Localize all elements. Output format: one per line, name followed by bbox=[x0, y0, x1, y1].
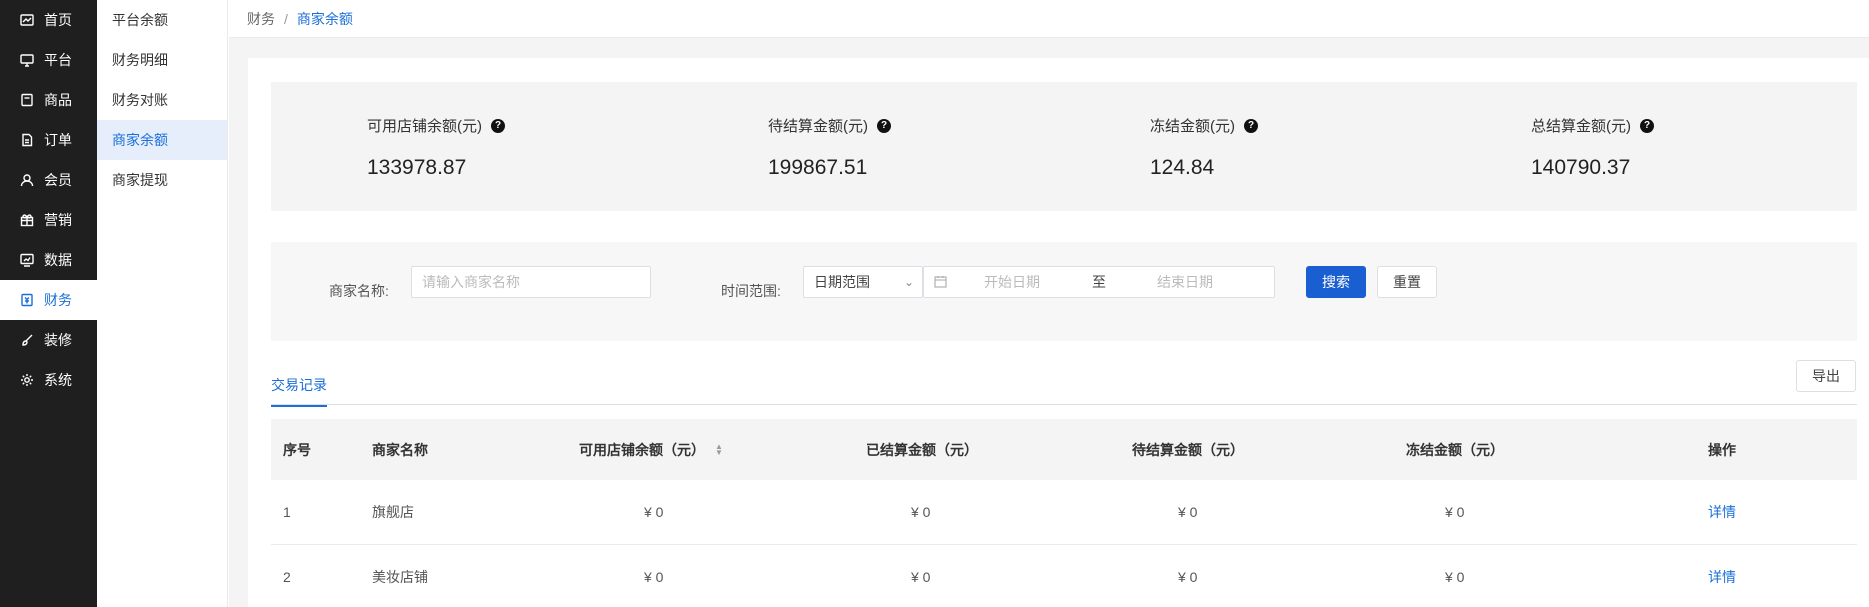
start-date-input[interactable]: 开始日期 bbox=[984, 267, 1040, 297]
nav-item-marketing[interactable]: 营销 bbox=[0, 200, 97, 240]
nav-item-platform[interactable]: 平台 bbox=[0, 40, 97, 80]
nav-item-label: 订单 bbox=[44, 132, 72, 148]
finance-icon bbox=[20, 293, 34, 307]
product-icon bbox=[20, 93, 34, 107]
help-icon[interactable]: ? bbox=[491, 118, 505, 133]
nav-item-order[interactable]: 订单 bbox=[0, 120, 97, 160]
merchant-name-placeholder: 请输入商家名称 bbox=[422, 274, 520, 290]
tab-transaction-records[interactable]: 交易记录 bbox=[271, 375, 327, 407]
cell-available-balance: ¥ 0 bbox=[644, 504, 664, 520]
time-range-label: 时间范围: bbox=[721, 283, 781, 299]
column-header-index: 序号 bbox=[283, 441, 311, 458]
nav-item-decoration[interactable]: 装修 bbox=[0, 320, 97, 360]
merchant-name-label: 商家名称: bbox=[329, 283, 389, 299]
nav-item-label: 商品 bbox=[44, 92, 72, 108]
table-row: 1 旗舰店 ¥ 0 ¥ 0 ¥ 0 ¥ 0 详情 bbox=[271, 480, 1857, 545]
stat-label: 冻结金额(元) bbox=[1150, 118, 1235, 135]
subnav-item-finance-detail[interactable]: 财务明细 bbox=[97, 40, 227, 80]
subnav-item-reconciliation[interactable]: 财务对账 bbox=[97, 80, 227, 120]
column-header-action: 操作 bbox=[1708, 441, 1736, 458]
cell-frozen: ¥ 0 bbox=[1445, 504, 1465, 520]
filter-bar: 商家名称: 请输入商家名称 时间范围: 日期范围 ⌄ 开始日期 至 结束日期 搜… bbox=[271, 242, 1857, 341]
export-button[interactable]: 导出 bbox=[1796, 360, 1856, 392]
chart-icon bbox=[20, 253, 34, 267]
date-range-select[interactable]: 日期范围 ⌄ bbox=[803, 266, 923, 298]
stat-label: 总结算金额(元) bbox=[1531, 118, 1631, 135]
cell-pending: ¥ 0 bbox=[1178, 504, 1198, 520]
end-date-input[interactable]: 结束日期 bbox=[1157, 267, 1213, 297]
column-header-settled: 已结算金额（元） bbox=[866, 441, 978, 458]
cell-index: 1 bbox=[283, 504, 291, 520]
help-icon[interactable]: ? bbox=[1244, 118, 1258, 133]
cell-merchant-name: 旗舰店 bbox=[372, 504, 414, 520]
calendar-icon bbox=[934, 275, 947, 291]
detail-link[interactable]: 详情 bbox=[1708, 545, 1736, 607]
nav-item-system[interactable]: 系统 bbox=[0, 360, 97, 400]
nav-item-label: 财务 bbox=[44, 292, 72, 308]
search-button[interactable]: 搜索 bbox=[1306, 266, 1366, 298]
nav-item-label: 装修 bbox=[44, 332, 72, 348]
subnav-item-merchant-balance[interactable]: 商家余额 bbox=[97, 120, 227, 160]
nav-item-home[interactable]: 首页 bbox=[0, 0, 97, 40]
nav-item-label: 首页 bbox=[44, 12, 72, 28]
column-header-merchant-name: 商家名称 bbox=[372, 441, 428, 458]
nav-item-finance[interactable]: 财务 bbox=[0, 280, 97, 320]
breadcrumb: 财务 / 商家余额 bbox=[229, 0, 1869, 38]
cell-merchant-name: 美妆店铺 bbox=[372, 569, 428, 585]
stat-label: 待结算金额(元) bbox=[768, 118, 868, 135]
monitor-icon bbox=[20, 53, 34, 67]
reset-button[interactable]: 重置 bbox=[1377, 266, 1437, 298]
nav-item-label: 营销 bbox=[44, 212, 72, 228]
stat-value: 199867.51 bbox=[768, 156, 868, 179]
nav-item-label: 会员 bbox=[44, 172, 72, 188]
chevron-down-icon: ⌄ bbox=[903, 275, 914, 289]
gear-icon bbox=[20, 373, 34, 387]
merchant-balance-table: 序号 商家名称 可用店铺余额（元） ▲ ▼ 已结算金额（元） 待结算金额（元） 冻… bbox=[271, 419, 1857, 607]
help-icon[interactable]: ? bbox=[877, 118, 891, 133]
cell-available-balance: ¥ 0 bbox=[644, 569, 664, 585]
breadcrumb-parent[interactable]: 财务 bbox=[247, 9, 275, 29]
stat-label: 可用店铺余额(元) bbox=[367, 118, 482, 135]
stat-value: 140790.37 bbox=[1531, 156, 1631, 179]
brush-icon bbox=[20, 333, 34, 347]
dashboard-icon bbox=[20, 13, 34, 27]
nav-item-label: 数据 bbox=[44, 252, 72, 268]
nav-item-data[interactable]: 数据 bbox=[0, 240, 97, 280]
merchant-name-input[interactable]: 请输入商家名称 bbox=[411, 266, 651, 298]
cell-index: 2 bbox=[283, 569, 291, 585]
date-range-picker[interactable]: 开始日期 至 结束日期 bbox=[923, 266, 1275, 298]
column-header-frozen: 冻结金额（元） bbox=[1406, 441, 1504, 458]
subnav-item-platform-balance[interactable]: 平台余额 bbox=[97, 0, 227, 40]
column-header-available-balance[interactable]: 可用店铺余额（元） ▲ ▼ bbox=[579, 419, 723, 480]
cell-pending: ¥ 0 bbox=[1178, 569, 1198, 585]
column-header-label: 可用店铺余额（元） bbox=[579, 441, 705, 458]
detail-link[interactable]: 详情 bbox=[1708, 480, 1736, 544]
stat-value: 133978.87 bbox=[367, 156, 467, 179]
table-header: 序号 商家名称 可用店铺余额（元） ▲ ▼ 已结算金额（元） 待结算金额（元） 冻… bbox=[271, 419, 1857, 480]
column-header-pending: 待结算金额（元） bbox=[1132, 441, 1244, 458]
sort-icon[interactable]: ▲ ▼ bbox=[715, 442, 723, 456]
main-sidebar: 首页 平台 商品 订单 会员 营销 数据 财务 装修 系统 bbox=[0, 0, 97, 607]
cell-frozen: ¥ 0 bbox=[1445, 569, 1465, 585]
cell-settled: ¥ 0 bbox=[911, 504, 931, 520]
gift-icon bbox=[20, 213, 34, 227]
subnav-item-merchant-withdraw[interactable]: 商家提现 bbox=[97, 160, 227, 200]
nav-item-label: 系统 bbox=[44, 372, 72, 388]
breadcrumb-current: 商家余额 bbox=[296, 10, 353, 27]
nav-item-label: 平台 bbox=[44, 52, 72, 68]
cell-settled: ¥ 0 bbox=[911, 569, 931, 585]
nav-item-product[interactable]: 商品 bbox=[0, 80, 97, 120]
stats-panel: 可用店铺余额(元)? 133978.87 待结算金额(元)? 199867.51… bbox=[271, 82, 1857, 211]
table-row: 2 美妆店铺 ¥ 0 ¥ 0 ¥ 0 ¥ 0 详情 bbox=[271, 545, 1857, 607]
tab-divider bbox=[271, 404, 1857, 405]
help-icon[interactable]: ? bbox=[1640, 118, 1654, 133]
date-range-separator: 至 bbox=[1092, 274, 1106, 290]
stat-value: 124.84 bbox=[1150, 156, 1215, 179]
member-icon bbox=[20, 173, 34, 187]
order-icon bbox=[20, 133, 34, 147]
nav-item-member[interactable]: 会员 bbox=[0, 160, 97, 200]
breadcrumb-separator: / bbox=[284, 10, 288, 27]
secondary-sidebar: 平台余额 财务明细 财务对账 商家余额 商家提现 bbox=[97, 0, 228, 607]
date-range-select-value: 日期范围 bbox=[814, 274, 870, 290]
